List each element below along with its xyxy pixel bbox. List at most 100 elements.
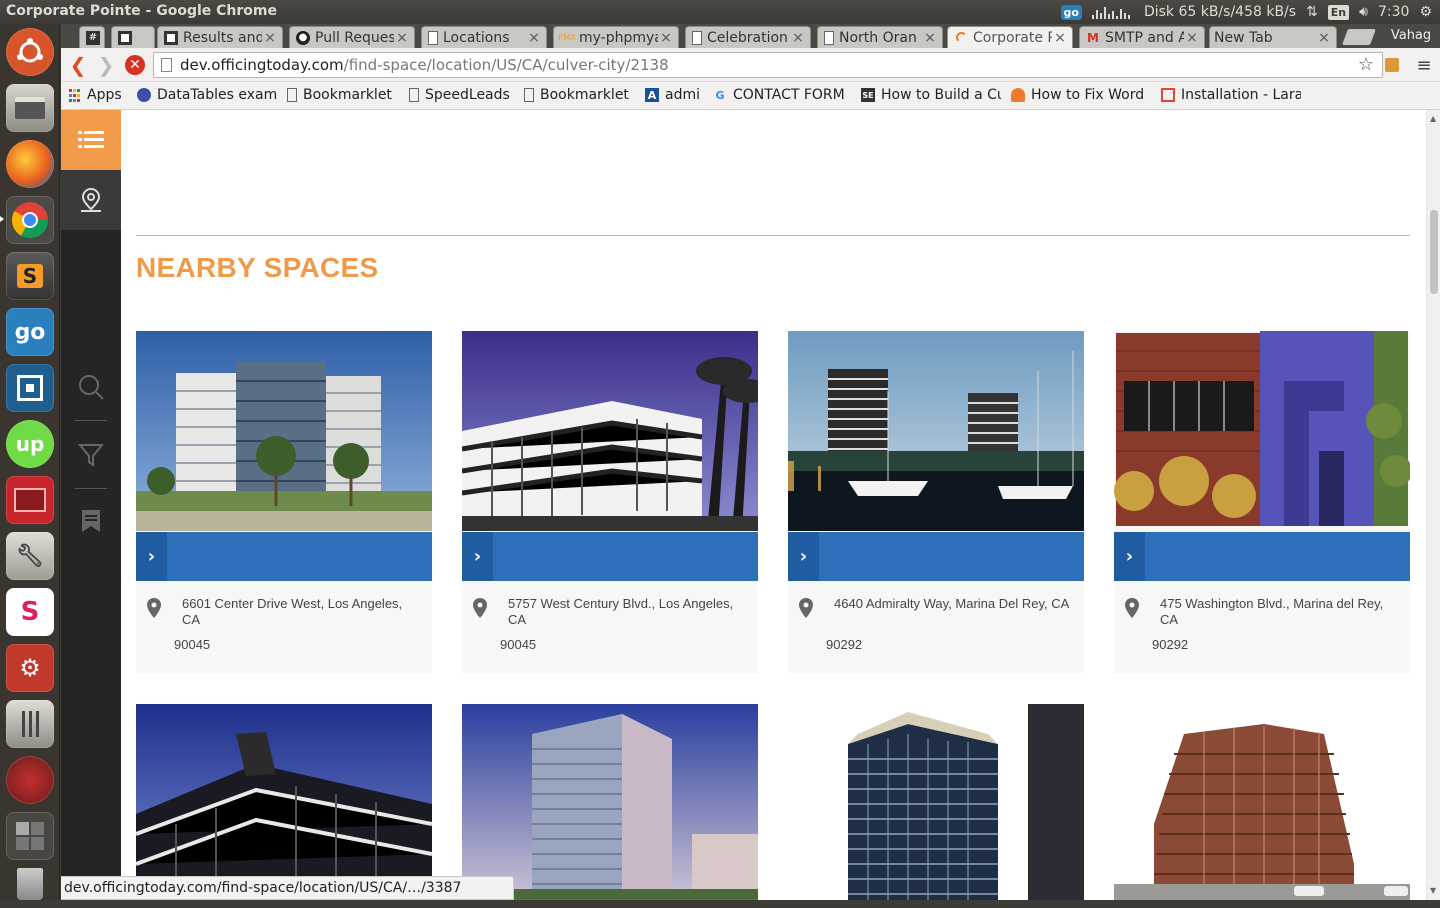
slack-icon[interactable]: S: [6, 588, 54, 636]
close-icon[interactable]: ×: [526, 30, 542, 46]
bookmark-apps[interactable]: Apps: [67, 87, 122, 103]
close-icon[interactable]: ×: [790, 30, 806, 46]
volume-icon[interactable]: 🔊︎: [1359, 4, 1368, 20]
tab-pull-requests[interactable]: ● Pull Reques ×: [289, 26, 415, 48]
bookmark-how-to-fix[interactable]: How to Fix Word: [1011, 87, 1151, 103]
bookmark-contact-form[interactable]: G CONTACT FORM: [713, 87, 853, 103]
chevron-right-icon[interactable]: ›: [1114, 532, 1145, 581]
clock[interactable]: 7:30: [1378, 4, 1409, 20]
bookmark-datatables[interactable]: DataTables exam: [137, 87, 277, 103]
bookmark-installation-laravel[interactable]: Installation - Lara: [1161, 87, 1301, 103]
tab-trello[interactable]: [111, 26, 155, 48]
stop-loading-button[interactable]: ✕: [124, 54, 146, 76]
space-photo[interactable]: [1114, 704, 1410, 900]
close-icon[interactable]: ×: [1184, 30, 1200, 46]
bookmark-speedleads[interactable]: SpeedLeads: [409, 87, 510, 103]
stackexchange-icon: SE: [861, 88, 875, 102]
workspaces-icon[interactable]: [6, 812, 54, 860]
sublime-text-icon[interactable]: S: [6, 252, 54, 300]
workspace-switcher-icon[interactable]: [6, 364, 54, 412]
space-card[interactable]: [1114, 704, 1410, 900]
search-button[interactable]: [61, 357, 121, 417]
network-updown-icon[interactable]: ⇅: [1306, 4, 1318, 20]
space-card-bar[interactable]: ›: [788, 532, 1084, 581]
forward-arrow-icon[interactable]: ❯: [95, 54, 117, 76]
space-photo[interactable]: [136, 331, 432, 531]
saved-button[interactable]: [61, 491, 121, 551]
close-icon[interactable]: ×: [394, 30, 410, 46]
tab-north-orange[interactable]: North Oran ×: [817, 26, 943, 48]
space-photo[interactable]: [788, 331, 1084, 531]
location-pin-icon: [473, 598, 487, 618]
close-icon[interactable]: ×: [658, 30, 674, 46]
filezilla-icon[interactable]: [6, 476, 54, 524]
chrome-icon[interactable]: [6, 196, 54, 244]
space-photo[interactable]: [462, 331, 758, 531]
space-card[interactable]: › 475 Washington Blvd., Marina del Rey, …: [1114, 331, 1410, 673]
list-view-button[interactable]: [61, 110, 121, 170]
tab-results[interactable]: Results and ×: [157, 26, 283, 48]
back-arrow-icon[interactable]: ❮: [67, 54, 89, 76]
upwork-icon[interactable]: up: [6, 420, 54, 468]
space-card[interactable]: [136, 704, 432, 900]
tab-new-tab[interactable]: New Tab ×: [1209, 26, 1337, 48]
tab-locations[interactable]: Locations ×: [421, 26, 547, 48]
settings-gear-icon[interactable]: ⚙: [1419, 4, 1432, 20]
close-icon[interactable]: ×: [1316, 30, 1332, 46]
space-card[interactable]: › 4640 Admiralty Way, Marina Del Rey, CA…: [788, 331, 1084, 673]
page-info-icon[interactable]: [161, 58, 172, 72]
new-tab-button[interactable]: [1342, 29, 1376, 45]
extension-icon[interactable]: [1381, 54, 1403, 76]
space-card-bar[interactable]: ›: [1114, 532, 1410, 581]
bookmark-admi[interactable]: A admi: [645, 87, 700, 103]
goldendict-tray-icon[interactable]: go: [1061, 5, 1082, 20]
system-tool-icon[interactable]: 🔧︎: [6, 532, 54, 580]
sound-mixer-icon[interactable]: [6, 700, 54, 748]
tab-celebration[interactable]: Celebration ×: [685, 26, 811, 48]
search-icon: [77, 373, 105, 401]
trash-icon[interactable]: [6, 860, 54, 908]
space-photo[interactable]: [462, 704, 758, 900]
space-card-bar[interactable]: ›: [136, 532, 432, 581]
space-card[interactable]: [788, 704, 1084, 900]
chevron-right-icon[interactable]: ›: [788, 532, 819, 581]
bookmark-bookmarklet-2[interactable]: Bookmarklet: [524, 87, 629, 103]
address-bar[interactable]: dev.officingtoday.com/find-space/locatio…: [153, 52, 1383, 78]
webcam-icon[interactable]: [6, 756, 54, 804]
profile-button[interactable]: Vahag: [1382, 26, 1440, 48]
space-photo[interactable]: [136, 704, 432, 900]
goldendict-icon[interactable]: go: [6, 308, 54, 356]
space-card[interactable]: [462, 704, 758, 900]
space-photo[interactable]: [788, 704, 1084, 900]
disk-speed-indicator[interactable]: Disk 65 kB/s/458 kB/s: [1144, 4, 1296, 20]
ubuntu-dash-icon[interactable]: [6, 28, 54, 76]
close-icon[interactable]: ×: [262, 30, 278, 46]
scroll-up-icon[interactable]: ▲: [1430, 114, 1436, 123]
chevron-right-icon[interactable]: ›: [462, 532, 493, 581]
close-icon[interactable]: ×: [922, 30, 938, 46]
tab-smtp[interactable]: M SMTP and A ×: [1079, 26, 1205, 48]
keyboard-layout-indicator[interactable]: En: [1328, 5, 1349, 20]
tab-phpmyadmin[interactable]: PMA my-phpmya ×: [553, 26, 679, 48]
map-view-button[interactable]: [61, 170, 121, 230]
space-card-bar[interactable]: ›: [462, 532, 758, 581]
space-address: 6601 Center Drive West, Los Angeles, CA: [182, 596, 422, 628]
chrome-menu-icon[interactable]: ≡: [1413, 54, 1435, 76]
firefox-icon[interactable]: [6, 140, 54, 188]
tab-hash[interactable]: #: [79, 26, 105, 48]
page-scrollbar[interactable]: ▲ ▼: [1426, 110, 1440, 900]
tab-corporate-pointe[interactable]: Corporate P ×: [947, 26, 1073, 48]
space-card[interactable]: › 6601 Center Drive West, Los Angeles, C…: [136, 331, 432, 673]
files-icon[interactable]: [6, 84, 54, 132]
space-card[interactable]: › 5757 West Century Blvd., Los Angeles, …: [462, 331, 758, 673]
scrollbar-thumb[interactable]: [1430, 210, 1438, 294]
settings-icon[interactable]: ⚙: [6, 644, 54, 692]
scroll-down-icon[interactable]: ▼: [1430, 886, 1436, 895]
filter-button[interactable]: [61, 425, 121, 485]
bookmark-how-to-build[interactable]: SE How to Build a Cu: [861, 87, 1001, 103]
space-photo[interactable]: [1114, 331, 1410, 531]
chevron-right-icon[interactable]: ›: [136, 532, 167, 581]
bookmark-star-icon[interactable]: ☆: [1358, 53, 1374, 77]
close-icon[interactable]: ×: [1052, 30, 1068, 46]
bookmark-bookmarklet-1[interactable]: Bookmarklet: [287, 87, 392, 103]
